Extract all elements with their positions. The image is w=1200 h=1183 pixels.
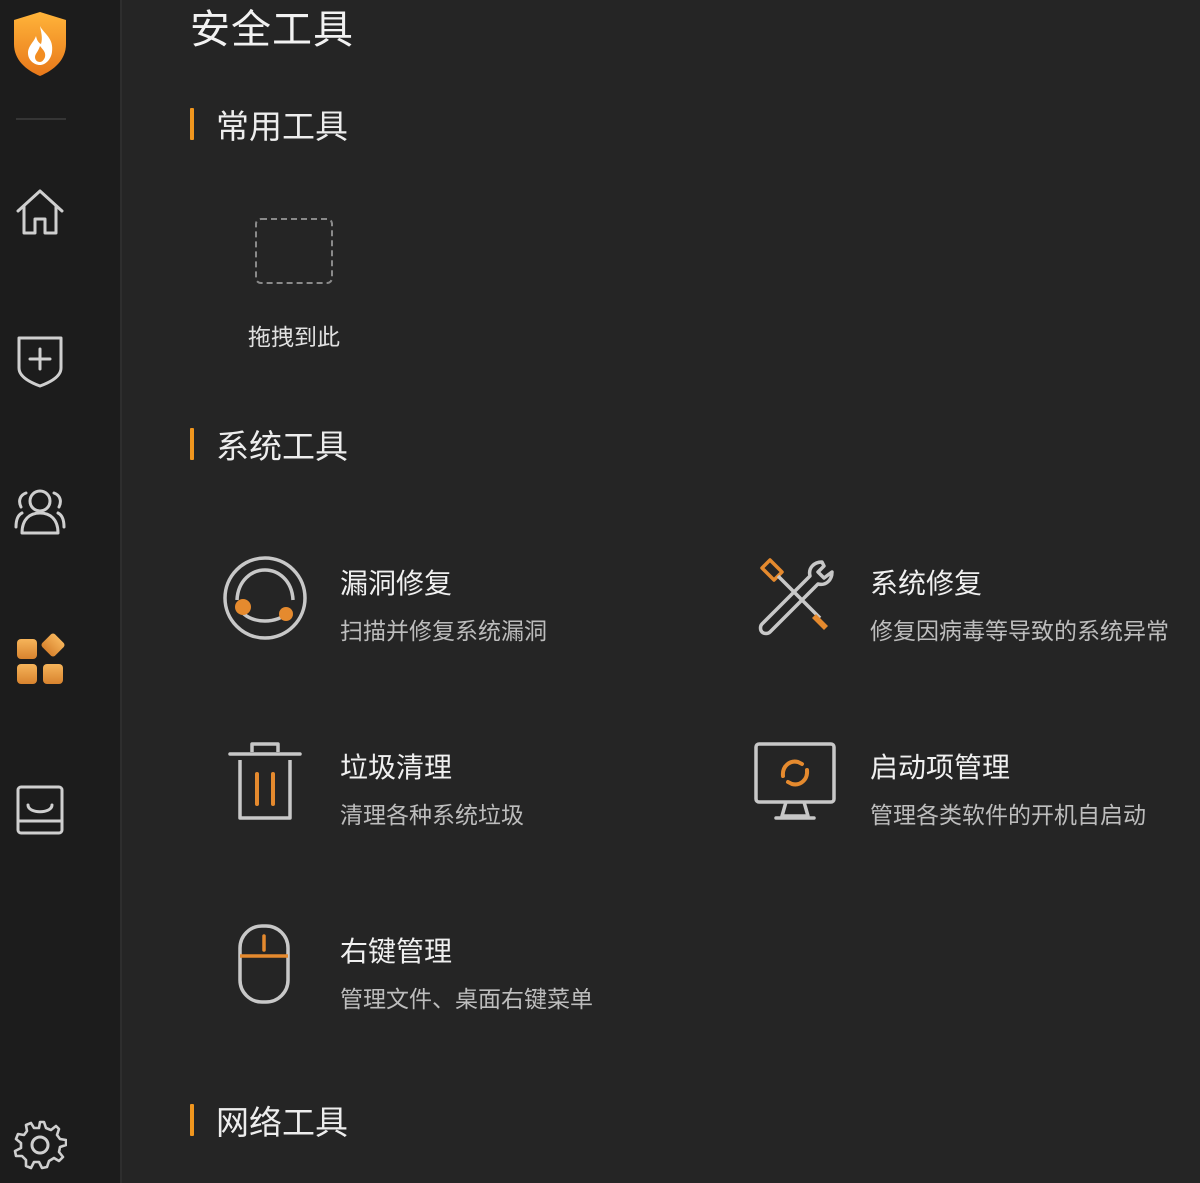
tool-description: 管理文件、桌面右键菜单 — [340, 987, 593, 1013]
sidebar-item-toolbox[interactable] — [10, 630, 70, 690]
tool-name: 启动项管理 — [870, 751, 1011, 784]
common-tools-drop-zone[interactable]: 拖拽到此 — [234, 206, 354, 356]
tool-description: 扫描并修复系统漏洞 — [340, 619, 547, 645]
settings-button[interactable] — [10, 1114, 70, 1174]
sidebar-item-users[interactable] — [10, 480, 70, 540]
section-title-text: 系统工具 — [216, 427, 348, 466]
tool-description: 清理各种系统垃圾 — [340, 803, 524, 829]
main-content: 安全工具 常用工具 拖拽到此 系统工具 漏洞修复 扫描并修复系统漏洞 系统修复 … — [122, 0, 1200, 1183]
drop-label: 拖拽到此 — [248, 325, 340, 351]
section-title-network: 网络工具 — [190, 1100, 348, 1142]
section-title-common: 常用工具 — [190, 104, 348, 146]
sidebar-item-protection[interactable] — [10, 330, 70, 390]
section-accent-bar — [190, 108, 194, 140]
tool-description: 管理各类软件的开机自启动 — [870, 803, 1146, 829]
toolbox-grid-icon — [17, 633, 65, 684]
tool-name: 垃圾清理 — [340, 751, 453, 784]
section-accent-bar — [190, 428, 194, 460]
tool-vulnerability-repair[interactable]: 漏洞修复 扫描并修复系统漏洞 — [222, 554, 642, 654]
sidebar-divider — [16, 118, 66, 120]
tool-system-repair[interactable]: 系统修复 修复因病毒等导致的系统异常 — [752, 554, 1200, 654]
tool-context-menu-manager[interactable]: 右键管理 管理文件、桌面右键菜单 — [222, 922, 642, 1022]
sidebar — [0, 0, 122, 1183]
vulnerability-repair-icon — [223, 556, 307, 640]
tool-name: 右键管理 — [340, 935, 453, 968]
drop-placeholder-box[interactable] — [255, 218, 333, 284]
page-title: 安全工具 — [190, 7, 354, 53]
home-icon — [16, 189, 64, 235]
tool-name: 系统修复 — [870, 567, 983, 600]
trash-icon — [228, 742, 302, 820]
section-title-text: 常用工具 — [216, 107, 348, 146]
users-icon — [14, 489, 66, 535]
flame-shield-logo-icon — [10, 10, 70, 78]
mouse-icon — [238, 924, 290, 1004]
wrench-screwdriver-icon — [758, 558, 834, 636]
tool-name: 漏洞修复 — [340, 567, 453, 600]
section-accent-bar — [190, 1104, 194, 1136]
tool-startup-manager[interactable]: 启动项管理 管理各类软件的开机自启动 — [752, 738, 1200, 838]
tool-junk-cleanup[interactable]: 垃圾清理 清理各种系统垃圾 — [222, 738, 642, 838]
tray-icon — [16, 785, 64, 835]
sidebar-item-tray[interactable] — [10, 780, 70, 840]
app-window: 安全工具 常用工具 拖拽到此 系统工具 漏洞修复 扫描并修复系统漏洞 系统修复 … — [0, 0, 1200, 1183]
monitor-refresh-icon — [754, 742, 836, 820]
section-title-system: 系统工具 — [190, 424, 348, 466]
sidebar-item-home[interactable] — [10, 182, 70, 242]
section-title-text: 网络工具 — [216, 1103, 348, 1142]
gear-icon — [13, 1120, 67, 1170]
tool-description: 修复因病毒等导致的系统异常 — [870, 619, 1169, 645]
shield-plus-icon — [17, 336, 63, 388]
